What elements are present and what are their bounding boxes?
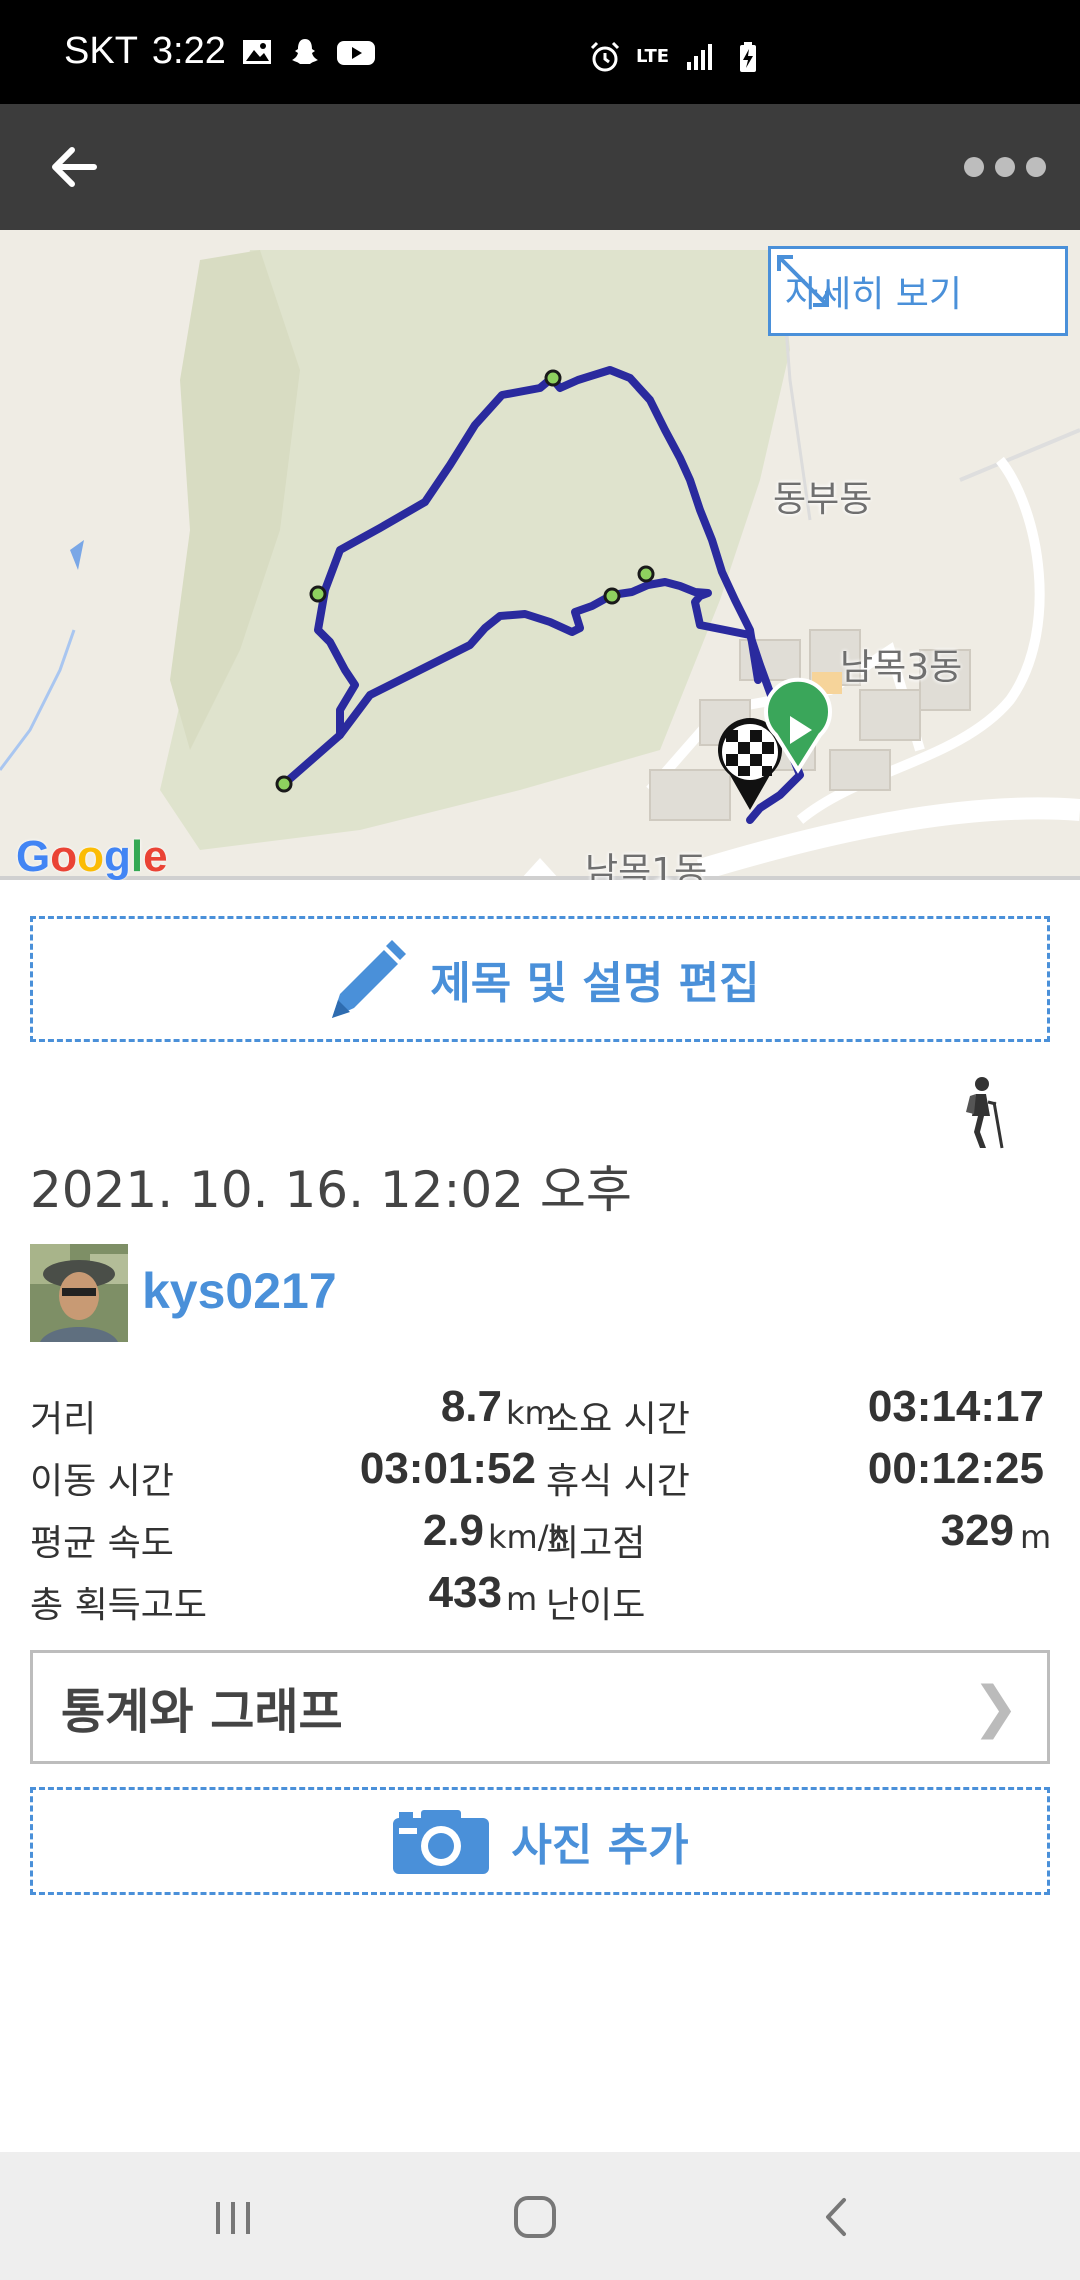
nav-back-icon: [826, 2198, 846, 2236]
system-nav-bar: [0, 2152, 1080, 2280]
stat-row: 평균 속도 2.9 km/h 최고점 329 m: [30, 1502, 1052, 1564]
arrow-left-icon: [52, 147, 97, 187]
stat-row: 이동 시간 03:01:52 휴식 시간 00:12:25: [30, 1440, 1050, 1502]
signal-icon: [687, 44, 713, 70]
hiker-icon: [966, 1077, 1004, 1149]
map-label-nammok1: 남목1동: [585, 851, 708, 880]
stat-label-distance: 거리: [30, 1399, 97, 1440]
stat-label-elevation-gain: 총 획득고도: [30, 1585, 208, 1626]
stat-label-max-elevation: 최고점: [546, 1523, 646, 1564]
stat-value-elevation-gain: 433: [428, 1568, 502, 1617]
back-button[interactable]: [40, 132, 110, 202]
add-photo-label: 사진 추가: [511, 1820, 689, 1871]
stat-unit-max-elevation: m: [1020, 1518, 1052, 1556]
activity-date: 2021. 10. 16. 12:02 오후: [30, 1161, 632, 1219]
stat-label-total-time: 소요 시간: [546, 1399, 690, 1440]
stat-value-rest-time: 00:12:25: [867, 1444, 1044, 1493]
stats-graph-label: 통계와 그래프: [61, 1684, 343, 1740]
add-photo-button[interactable]: 사진 추가: [30, 1787, 1050, 1895]
stat-row: 총 획득고도 433 m 난이도: [30, 1564, 1050, 1626]
detail-view-button[interactable]: 자세히 보기: [768, 246, 1068, 336]
expand-icon: [777, 255, 829, 307]
stats-graph-button[interactable]: 통계와 그래프 ❯: [30, 1650, 1050, 1764]
stat-label-avg-speed: 평균 속도: [30, 1523, 174, 1564]
home-icon: [514, 2196, 556, 2238]
app-bar: [0, 104, 1080, 230]
stat-value-total-time: 03:14:17: [867, 1382, 1044, 1431]
pencil-icon: [332, 940, 407, 1018]
stat-value-avg-speed: 2.9: [422, 1506, 484, 1555]
chevron-right-icon: ❯: [972, 1675, 1019, 1740]
status-indicators: LTE: [588, 40, 765, 74]
network-type: LTE: [636, 46, 670, 67]
stats-table: 거리 8.7 km 소요 시간 03:14:17 이동 시간 03:01:52 …: [30, 1378, 1052, 1626]
clock: 3:22: [151, 30, 226, 72]
recents-icon: [216, 2202, 250, 2234]
google-attribution: Google: [16, 832, 168, 880]
carrier-label: SKT: [64, 30, 138, 72]
camera-icon: [393, 1810, 490, 1874]
stat-value-distance: 8.7: [440, 1382, 502, 1431]
battery-charging-icon: [740, 42, 757, 72]
recents-button[interactable]: [198, 2182, 268, 2252]
stat-unit-elevation-gain: m: [506, 1580, 538, 1618]
stat-label-rest-time: 휴식 시간: [546, 1461, 690, 1502]
stat-row: 거리 8.7 km 소요 시간 03:14:17: [30, 1378, 1050, 1440]
status-bar: SKT 3:22 LTE: [0, 0, 1080, 104]
stat-label-moving-time: 이동 시간: [30, 1461, 174, 1502]
edit-title-description-button[interactable]: 제목 및 설명 편집: [30, 916, 1050, 1042]
snapchat-icon: [291, 38, 318, 64]
youtube-icon: [336, 40, 375, 65]
more-options-button[interactable]: [960, 134, 1050, 200]
alarm-icon: [590, 41, 620, 72]
gallery-icon: [242, 39, 271, 64]
map-label-dongbu: 동부동: [773, 479, 873, 520]
nav-back-button[interactable]: [802, 2182, 872, 2252]
avatar[interactable]: [30, 1244, 128, 1342]
avatar-image: [30, 1244, 128, 1342]
more-dots-icon: [964, 157, 984, 177]
map-label-nammok3: 남목3동: [840, 647, 963, 688]
route-map[interactable]: 동부동 남목3동 남목1동 자세히 보기 Google: [0, 230, 1080, 880]
username-link[interactable]: kys0217: [142, 1262, 337, 1320]
stat-value-max-elevation: 329: [940, 1506, 1014, 1555]
stat-value-moving-time: 03:01:52: [359, 1444, 536, 1493]
stat-label-difficulty: 난이도: [546, 1585, 646, 1626]
status-left: SKT 3:22: [64, 30, 376, 73]
edit-button-label: 제목 및 설명 편집: [430, 958, 760, 1009]
home-button[interactable]: [500, 2182, 570, 2252]
